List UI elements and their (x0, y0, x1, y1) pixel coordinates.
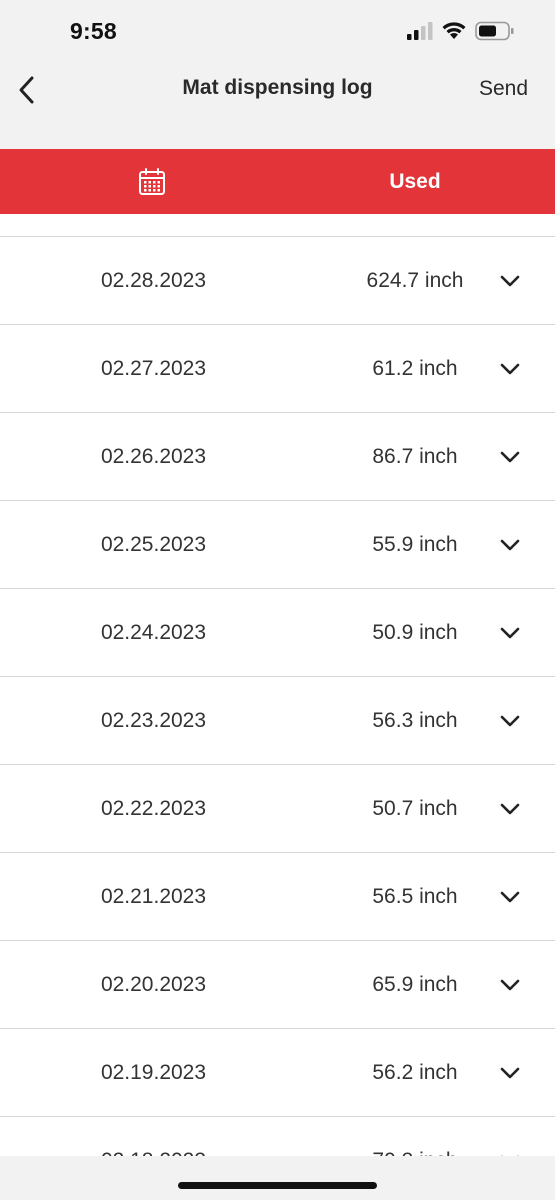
log-row[interactable]: 02.27.2023 61.2 inch (0, 324, 555, 412)
status-time: 9:58 (70, 18, 117, 44)
log-row[interactable]: 02.24.2023 50.9 inch (0, 588, 555, 676)
chevron-down-icon[interactable] (496, 357, 524, 381)
filter-bar: Used (0, 149, 555, 214)
chevron-down-icon[interactable] (496, 1061, 524, 1085)
log-row-date: 02.20.2023 (100, 973, 207, 996)
log-row[interactable]: 02.22.2023 50.7 inch (0, 764, 555, 852)
status-icons (407, 21, 515, 46)
log-row-date: 02.19.2023 (100, 1061, 207, 1084)
log-row[interactable]: 02.20.2023 65.9 inch (0, 940, 555, 1028)
log-row-date: 02.21.2023 (100, 885, 207, 908)
log-row[interactable]: 02.28.2023 624.7 inch (0, 236, 555, 324)
chevron-down-icon[interactable] (496, 1149, 524, 1156)
top-header: 9:58 Mat dispensing log Send (0, 0, 555, 149)
log-row-date: 02.28.2023 (100, 269, 207, 292)
log-row[interactable]: 02.26.2023 86.7 inch (0, 412, 555, 500)
log-row-value: 624.7 inch (366, 269, 464, 292)
chevron-down-icon[interactable] (496, 885, 524, 909)
chevron-down-icon[interactable] (496, 445, 524, 469)
log-row-date: 02.23.2023 (100, 709, 207, 732)
log-row-value: 86.7 inch (372, 445, 458, 468)
log-row[interactable]: 02.25.2023 55.9 inch (0, 500, 555, 588)
log-row-value: 61.2 inch (372, 357, 458, 380)
log-row-value: 50.7 inch (372, 797, 458, 820)
log-row-date: 02.26.2023 (100, 445, 207, 468)
battery-icon (475, 21, 515, 46)
log-row-date: 02.18.2023 (66, 1117, 241, 1156)
log-row-value: 70.3 inch (340, 1117, 490, 1156)
log-row-date: 02.27.2023 (100, 357, 207, 380)
chevron-down-icon[interactable] (496, 621, 524, 645)
log-row[interactable]: 02.18.2023 70.3 inch (0, 1116, 555, 1156)
log-row-date: 02.25.2023 (100, 533, 207, 556)
log-row-value: 65.9 inch (372, 973, 458, 996)
wifi-icon (441, 21, 467, 45)
home-indicator[interactable] (178, 1182, 377, 1189)
bottom-bar (0, 1156, 555, 1200)
log-row-date: 02.22.2023 (100, 797, 207, 820)
log-row[interactable]: 02.21.2023 56.5 inch (0, 852, 555, 940)
log-row-value: 56.2 inch (372, 1061, 458, 1084)
cellular-signal-icon (407, 21, 433, 45)
chevron-down-icon[interactable] (496, 709, 524, 733)
send-button[interactable]: Send (479, 77, 528, 101)
chevron-down-icon[interactable] (496, 973, 524, 997)
calendar-icon (139, 167, 165, 195)
log-row-value: 50.9 inch (372, 621, 458, 644)
log-row-value: 55.9 inch (372, 533, 458, 556)
log-row-date: 02.24.2023 (100, 621, 207, 644)
dispensing-log-list[interactable]: 02.28.2023 624.7 inch 02.27.2023 61.2 inch 0… (0, 214, 555, 1156)
chevron-down-icon[interactable] (496, 269, 524, 293)
log-row[interactable]: 02.19.2023 56.2 inch (0, 1028, 555, 1116)
log-row[interactable]: 02.23.2023 56.3 inch (0, 676, 555, 764)
log-row-value: 56.5 inch (372, 885, 458, 908)
page-title: Mat dispensing log (182, 76, 373, 99)
chevron-down-icon[interactable] (496, 533, 524, 557)
log-rows: 02.28.2023 624.7 inch 02.27.2023 61.2 inch 0… (0, 236, 555, 1156)
date-filter-button[interactable] (126, 149, 178, 214)
chevron-down-icon[interactable] (496, 797, 524, 821)
used-sort-button[interactable]: Used (360, 149, 470, 214)
log-row-value: 56.3 inch (372, 709, 458, 732)
